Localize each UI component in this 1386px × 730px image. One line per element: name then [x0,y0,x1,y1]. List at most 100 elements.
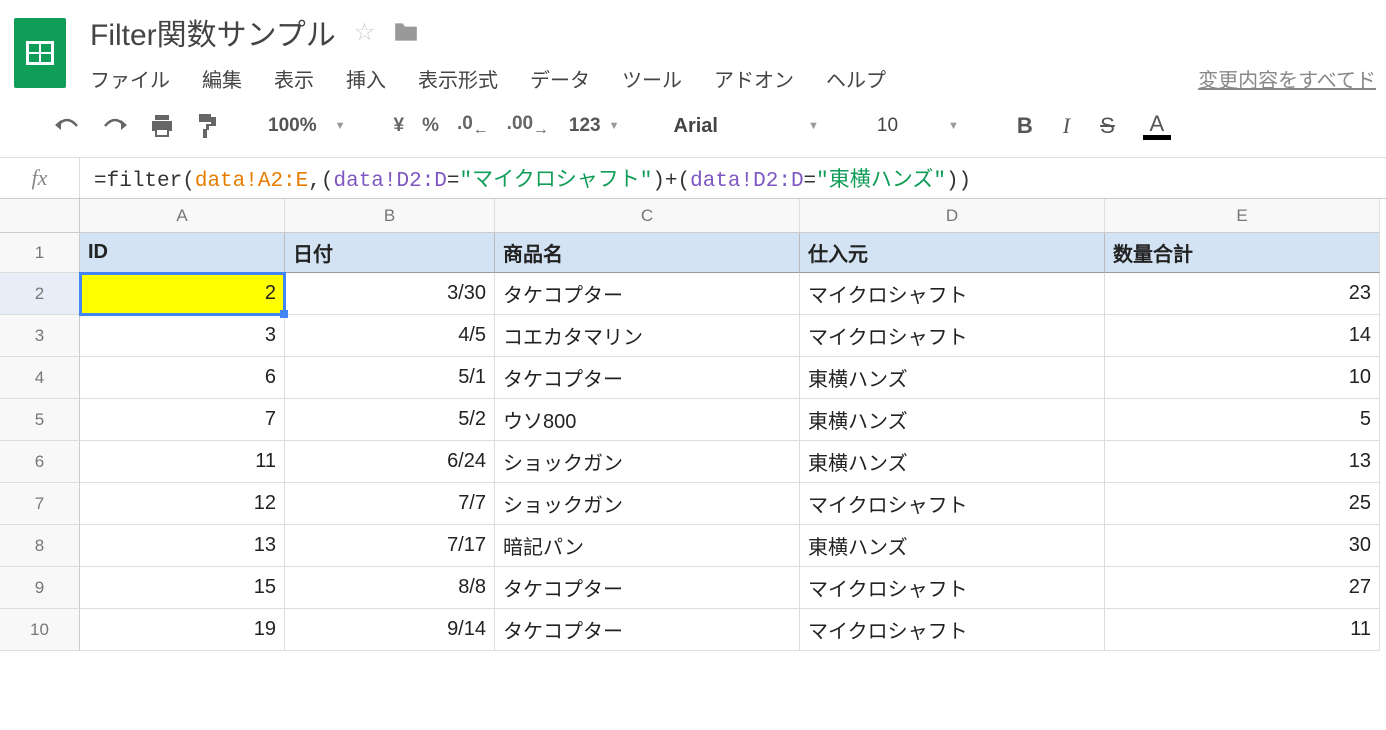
cell[interactable]: 東横ハンズ [800,525,1105,567]
row-header[interactable]: 5 [0,399,80,441]
cell[interactable]: 15 [80,567,285,609]
app-header: Filter関数サンプル ☆ ファイル 編集 表示 挿入 表示形式 データ ツー… [0,0,1386,93]
increase-decimal-button[interactable]: .00→ [499,109,557,143]
cell[interactable]: タケコプター [495,609,800,651]
row-header[interactable]: 4 [0,357,80,399]
cell[interactable]: 9/14 [285,609,495,651]
formula-bar: fx =filter(data!A2:E,(data!D2:D="マイクロシャフ… [0,157,1386,199]
cell[interactable]: 6 [80,357,285,399]
cell[interactable]: ウソ800 [495,399,800,441]
cell[interactable]: マイクロシャフト [800,483,1105,525]
cell[interactable]: 19 [80,609,285,651]
menu-data[interactable]: データ [530,64,590,93]
changes-link[interactable]: 変更内容をすべてド [1198,64,1376,93]
cell[interactable]: マイクロシャフト [800,315,1105,357]
cell[interactable]: 30 [1105,525,1380,567]
header-cell[interactable]: 仕入元 [800,233,1105,273]
cell[interactable]: タケコプター [495,357,800,399]
cell[interactable]: 11 [80,441,285,483]
cell[interactable]: 7/17 [285,525,495,567]
cell[interactable]: タケコプター [495,567,800,609]
cell[interactable]: 13 [80,525,285,567]
cell[interactable]: 11 [1105,609,1380,651]
cell[interactable]: ショックガン [495,441,800,483]
number-format-select[interactable]: 123 ▼ [559,115,630,137]
decrease-decimal-button[interactable]: .0← [449,109,497,143]
sheets-logo[interactable] [10,10,70,92]
column-header-c[interactable]: C [495,199,800,233]
folder-icon[interactable] [393,21,419,43]
currency-button[interactable]: ¥ [386,111,413,141]
cell[interactable]: 3 [80,315,285,357]
header-cell[interactable]: ID [80,233,285,273]
column-header-a[interactable]: A [80,199,285,233]
italic-button[interactable]: I [1049,109,1084,143]
column-header-e[interactable]: E [1105,199,1380,233]
cell[interactable]: 23 [1105,273,1380,315]
cell[interactable]: 13 [1105,441,1380,483]
print-button[interactable] [140,110,184,142]
cell[interactable]: 3/30 [285,273,495,315]
cell[interactable]: ショックガン [495,483,800,525]
column-header-b[interactable]: B [285,199,495,233]
paint-format-button[interactable] [186,109,228,143]
cell[interactable]: タケコプター [495,273,800,315]
menu-addons[interactable]: アドオン [714,64,794,93]
row-header[interactable]: 3 [0,315,80,357]
bold-button[interactable]: B [1003,109,1047,143]
column-header-d[interactable]: D [800,199,1105,233]
cell[interactable]: 4/5 [285,315,495,357]
redo-button[interactable] [92,111,138,141]
cell[interactable]: 25 [1105,483,1380,525]
cell[interactable]: 7 [80,399,285,441]
star-icon[interactable]: ☆ [354,18,376,47]
text-color-button[interactable]: A [1131,113,1183,140]
cell[interactable]: 27 [1105,567,1380,609]
cell[interactable]: 東横ハンズ [800,357,1105,399]
zoom-select[interactable]: 100% ▼ [258,115,356,137]
cell[interactable]: マイクロシャフト [800,567,1105,609]
cell[interactable]: 暗記パン [495,525,800,567]
menu-tools[interactable]: ツール [622,64,682,93]
row-header[interactable]: 6 [0,441,80,483]
header-cell[interactable]: 日付 [285,233,495,273]
formula-input[interactable]: =filter(data!A2:E,(data!D2:D="マイクロシャフト")… [80,163,1386,193]
cell[interactable]: マイクロシャフト [800,273,1105,315]
cell[interactable]: 12 [80,483,285,525]
menu-format[interactable]: 表示形式 [418,64,498,93]
row-header[interactable]: 10 [0,609,80,651]
row-header[interactable]: 9 [0,567,80,609]
font-size-select[interactable]: 10 ▼ [863,115,973,137]
header-cell[interactable]: 数量合計 [1105,233,1380,273]
strikethrough-button[interactable]: S [1086,109,1129,143]
document-title[interactable]: Filter関数サンプル [90,10,336,54]
menu-view[interactable]: 表示 [274,64,314,93]
cell[interactable]: 10 [1105,357,1380,399]
row-header[interactable]: 8 [0,525,80,567]
cell[interactable]: 8/8 [285,567,495,609]
undo-button[interactable] [44,111,90,141]
fx-icon[interactable]: fx [0,158,80,198]
menu-help[interactable]: ヘルプ [826,64,886,93]
select-all-corner[interactable] [0,199,80,233]
cell[interactable]: 6/24 [285,441,495,483]
cell[interactable]: 5 [1105,399,1380,441]
cell[interactable]: 5/2 [285,399,495,441]
cell[interactable]: 2 [80,273,285,315]
row-header[interactable]: 1 [0,233,80,273]
font-select[interactable]: Arial ▼ [660,115,833,138]
menu-edit[interactable]: 編集 [202,64,242,93]
row-header[interactable]: 2 [0,273,80,315]
cell[interactable]: 14 [1105,315,1380,357]
cell[interactable]: コエカタマリン [495,315,800,357]
percent-button[interactable]: % [414,111,447,141]
header-cell[interactable]: 商品名 [495,233,800,273]
menu-file[interactable]: ファイル [90,64,170,93]
cell[interactable]: マイクロシャフト [800,609,1105,651]
menu-insert[interactable]: 挿入 [346,64,386,93]
cell[interactable]: 東横ハンズ [800,441,1105,483]
cell[interactable]: 5/1 [285,357,495,399]
row-header[interactable]: 7 [0,483,80,525]
cell[interactable]: 7/7 [285,483,495,525]
cell[interactable]: 東横ハンズ [800,399,1105,441]
